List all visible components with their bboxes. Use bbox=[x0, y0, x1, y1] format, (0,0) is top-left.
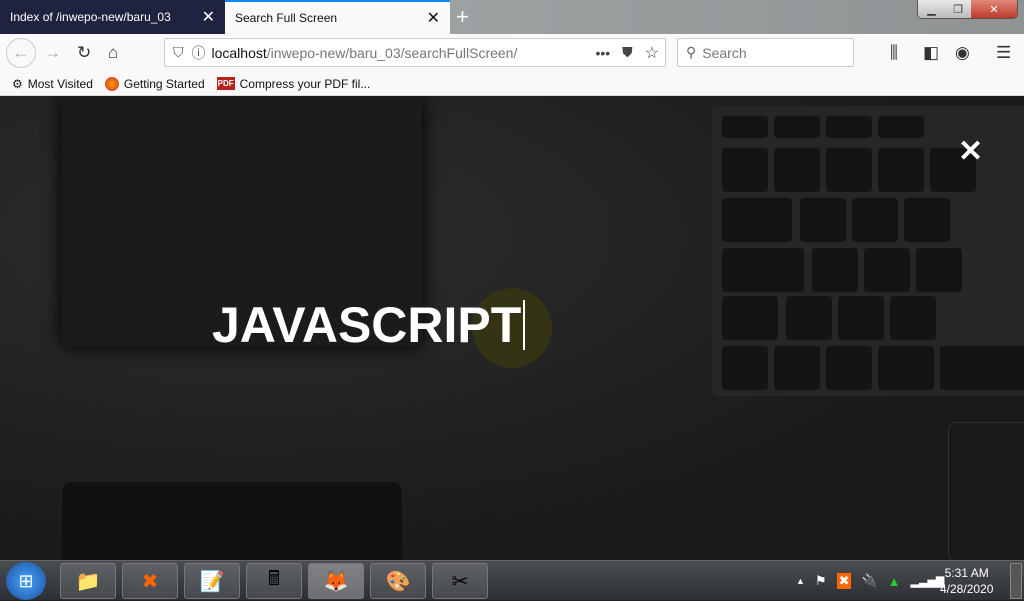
green-triangle-icon[interactable]: ▲ bbox=[888, 574, 901, 589]
bookmarks-toolbar: ⚙ Most Visited Getting Started PDF Compres… bbox=[0, 72, 1024, 96]
close-tab-icon[interactable]: ✕ bbox=[202, 7, 215, 27]
url-host: localhost bbox=[211, 44, 267, 61]
restore-button[interactable]: ❐ bbox=[945, 0, 971, 18]
menu-icon[interactable]: ☰ bbox=[996, 43, 1011, 63]
title-bar: Index of /inwepo-new/baru_03 ✕ Search Ful… bbox=[0, 0, 1024, 34]
snipping-tool-taskbar-icon[interactable]: ✂ bbox=[432, 563, 488, 599]
clock[interactable]: 5:31 AM 4/28/2020 bbox=[940, 565, 993, 597]
clock-date: 4/28/2020 bbox=[940, 582, 994, 596]
pdf-icon: PDF bbox=[216, 77, 235, 90]
tab-label: Index of /inwepo-new/baru_03 bbox=[10, 10, 171, 24]
bookmark-star-icon[interactable]: ☆ bbox=[645, 43, 659, 63]
system-tray: ▲ ⚑ ✖ 🔌 ▲ ▂▃▅▇ bbox=[796, 561, 944, 601]
explorer-taskbar-icon[interactable]: 📁 bbox=[60, 563, 116, 599]
shield-icon[interactable]: ⛉ bbox=[173, 44, 184, 61]
firefox-taskbar-icon[interactable]: 🦊 bbox=[308, 563, 364, 599]
fullscreen-search-input[interactable]: JAVASCRIPT bbox=[212, 296, 526, 354]
tab-label: Search Full Screen bbox=[235, 11, 338, 25]
close-window-button[interactable]: ✕ bbox=[971, 0, 1017, 18]
show-desktop-button[interactable] bbox=[1010, 563, 1022, 599]
fullscreen-search-overlay: ✕ JAVASCRIPT bbox=[0, 96, 1024, 560]
search-query: JAVASCRIPT bbox=[212, 297, 522, 353]
show-hidden-icons[interactable]: ▲ bbox=[796, 576, 805, 586]
bookmark-compress-pdf[interactable]: PDF Compress your PDF fil... bbox=[216, 76, 371, 91]
bookmark-label: Getting Started bbox=[123, 76, 205, 91]
minimize-button[interactable]: ▁ bbox=[918, 0, 945, 18]
url-path: /inwepo-new/baru_03/searchFullScreen/ bbox=[266, 44, 518, 61]
search-placeholder: Search bbox=[702, 44, 747, 61]
library-icon[interactable]: ⫼ bbox=[890, 43, 898, 63]
search-icon: ⚲ bbox=[686, 44, 697, 60]
clock-time: 5:31 AM bbox=[944, 566, 989, 580]
home-icon[interactable]: ⌂ bbox=[108, 43, 118, 63]
notepad-taskbar-icon[interactable]: 📝 bbox=[184, 563, 240, 599]
firefox-icon bbox=[104, 76, 119, 91]
text-caret bbox=[523, 300, 526, 350]
pocket-icon[interactable]: ⛊ bbox=[622, 44, 633, 61]
url-bar[interactable]: ⛉ ⓘ localhost/inwepo-new/baru_03/searchF… bbox=[164, 38, 666, 67]
info-icon[interactable]: ⓘ bbox=[192, 43, 206, 63]
window-controls: ▁ ❐ ✕ bbox=[917, 0, 1018, 19]
close-tab-icon[interactable]: ✕ bbox=[427, 8, 440, 28]
bookmark-getting-started[interactable]: Getting Started bbox=[104, 76, 205, 91]
calculator-taskbar-icon[interactable]: 🖩 bbox=[246, 563, 302, 599]
tab-index[interactable]: Index of /inwepo-new/baru_03 ✕ bbox=[0, 0, 225, 34]
background-trackpad bbox=[948, 422, 1024, 560]
paint-taskbar-icon[interactable]: 🎨 bbox=[370, 563, 426, 599]
tab-search-full-screen[interactable]: Search Full Screen ✕ bbox=[225, 0, 450, 34]
close-search-button[interactable]: ✕ bbox=[958, 134, 983, 169]
background-phone bbox=[62, 482, 402, 560]
gear-icon: ⚙ bbox=[12, 76, 23, 91]
start-button[interactable]: ⊞ bbox=[6, 562, 46, 600]
power-icon[interactable]: 🔌 bbox=[861, 573, 877, 589]
sidebar-icon[interactable]: ◧ bbox=[923, 43, 939, 63]
new-tab-icon[interactable]: + bbox=[456, 4, 469, 30]
xampp-taskbar-icon[interactable]: ✖ bbox=[122, 563, 178, 599]
back-icon[interactable]: ← bbox=[6, 38, 36, 68]
reload-icon[interactable]: ↻ bbox=[77, 43, 91, 63]
account-icon[interactable]: ◉ bbox=[955, 43, 970, 63]
taskbar: ⊞ 📁 ✖ 📝 🖩 🦊 🎨 ✂ ▲ ⚑ ✖ 🔌 ▲ ▂▃▅▇ 5:31 AM 4/… bbox=[0, 560, 1024, 600]
bookmark-label: Most Visited bbox=[27, 76, 93, 91]
search-input[interactable]: ⚲ Search bbox=[677, 38, 854, 67]
forward-icon[interactable]: → bbox=[44, 43, 61, 63]
action-center-flag-icon[interactable]: ⚑ bbox=[815, 573, 827, 589]
more-icon[interactable]: ••• bbox=[595, 45, 610, 61]
bookmark-label: Compress your PDF fil... bbox=[239, 76, 371, 91]
bookmark-most-visited[interactable]: ⚙ Most Visited bbox=[12, 77, 93, 91]
xampp-tray-icon[interactable]: ✖ bbox=[836, 573, 852, 589]
